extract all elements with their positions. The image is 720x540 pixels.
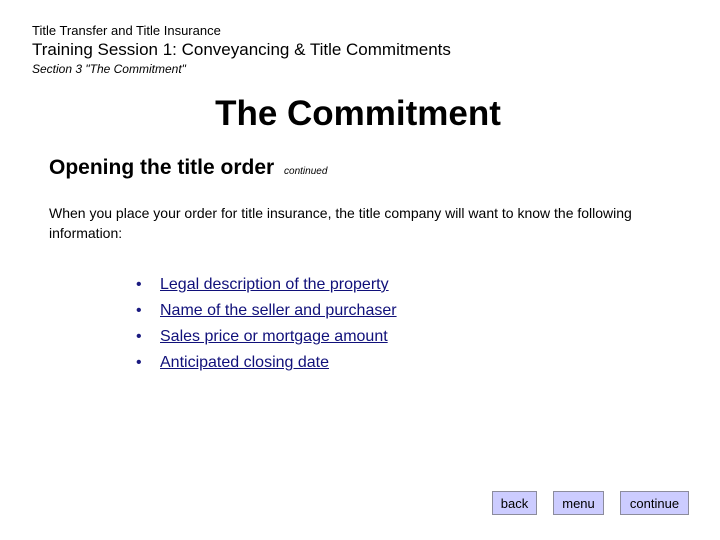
course-title: Title Transfer and Title Insurance (32, 23, 221, 38)
subheading-text: Opening the title order (49, 156, 275, 179)
legal-description-link[interactable]: Legal description of the property (160, 276, 389, 293)
bullet-icon: • (136, 302, 142, 319)
section-title: Section 3 "The Commitment" (32, 62, 186, 76)
bullet-icon: • (136, 354, 142, 371)
continue-button[interactable]: continue (620, 491, 689, 515)
menu-button[interactable]: menu (553, 491, 604, 515)
bullet-icon: • (136, 276, 142, 293)
list-item: • Name of the seller and purchaser (136, 298, 397, 324)
info-list: • Legal description of the property • Name… (136, 272, 397, 376)
page-title: The Commitment (215, 94, 501, 133)
list-item: • Anticipated closing date (136, 350, 397, 376)
sales-price-link[interactable]: Sales price or mortgage amount (160, 328, 388, 345)
session-title: Training Session 1: Conveyancing & Title… (32, 40, 451, 59)
seller-purchaser-link[interactable]: Name of the seller and purchaser (160, 302, 397, 319)
intro-paragraph: When you place your order for title insu… (49, 205, 632, 241)
list-item: • Legal description of the property (136, 272, 397, 298)
bullet-icon: • (136, 328, 142, 345)
list-item: • Sales price or mortgage amount (136, 324, 397, 350)
subheading: Opening the title order continued (49, 155, 327, 185)
continued-note: continued (284, 166, 328, 177)
closing-date-link[interactable]: Anticipated closing date (160, 354, 329, 371)
back-button[interactable]: back (492, 491, 537, 515)
